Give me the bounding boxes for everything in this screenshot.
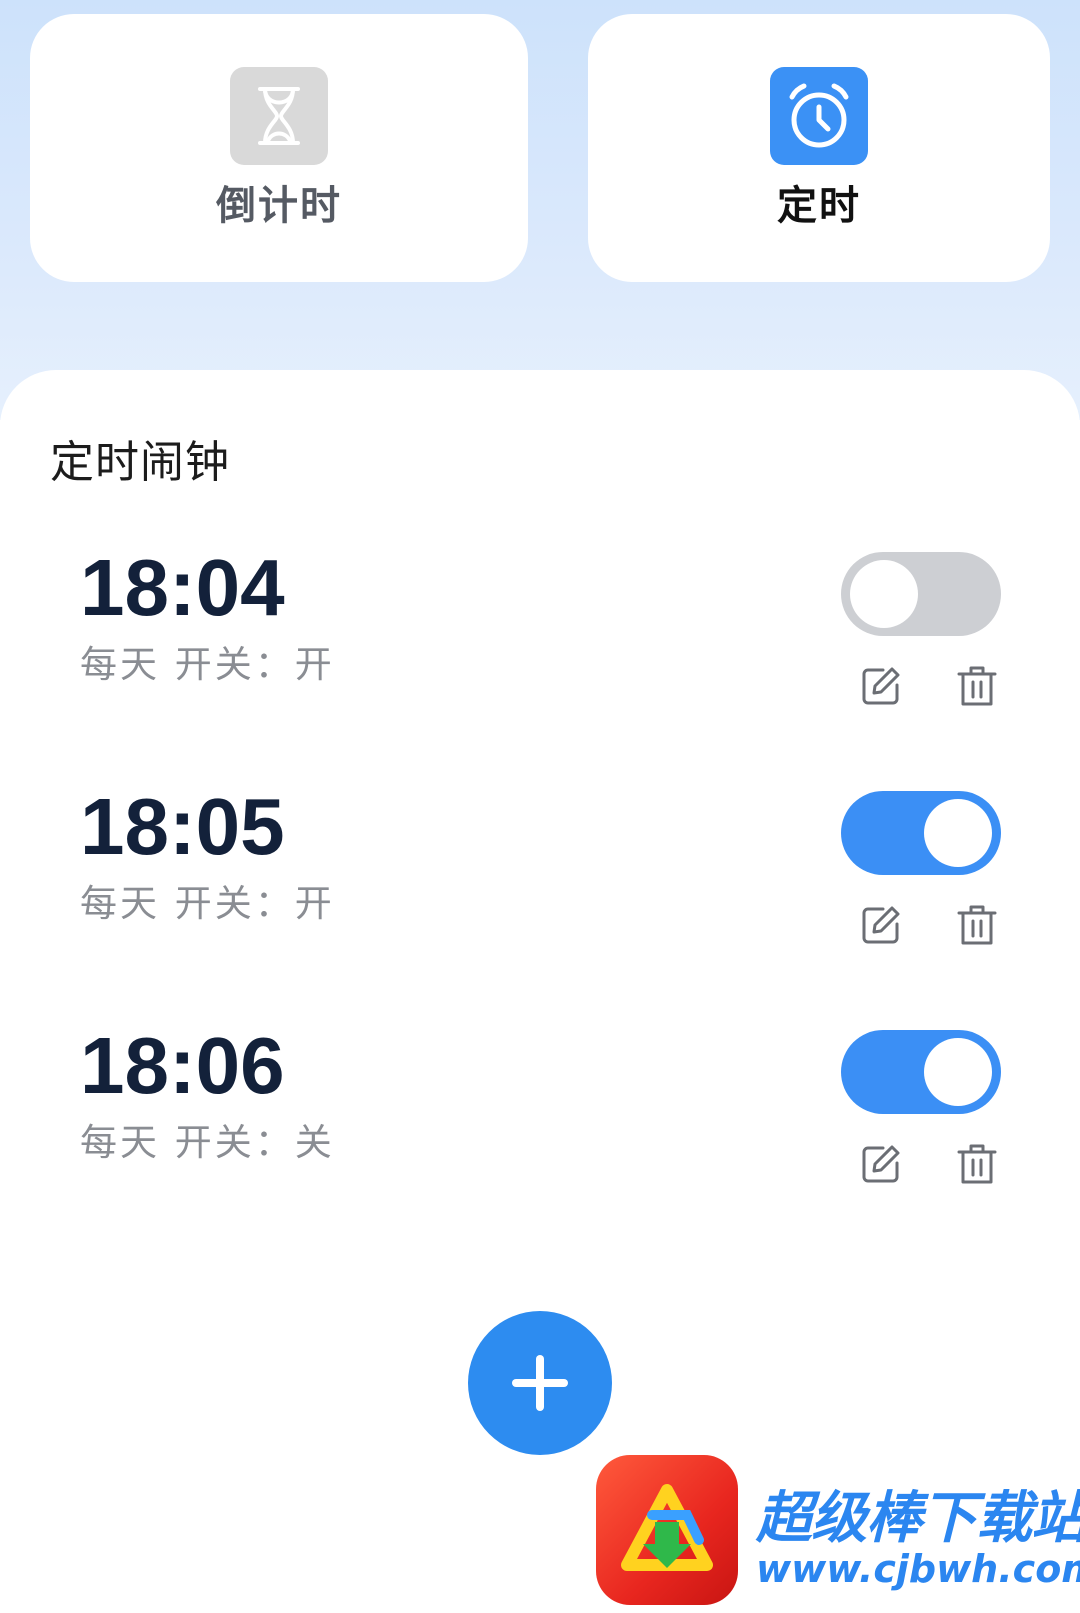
alarm-row: 18:06 每天 开关：关	[0, 1018, 1080, 1218]
watermark-title: 超级棒下载站	[756, 1486, 1080, 1551]
edit-button[interactable]	[853, 897, 909, 953]
add-alarm-button[interactable]	[468, 1311, 612, 1455]
edit-icon	[862, 667, 900, 705]
watermark-logo-icon	[596, 1455, 738, 1605]
edit-button[interactable]	[853, 1136, 909, 1192]
tab-timer-label: 定时	[777, 183, 861, 229]
tab-timer[interactable]: 定时	[588, 14, 1050, 282]
alarm-time: 18:06	[80, 1021, 285, 1110]
trash-icon	[957, 905, 997, 945]
tab-countdown[interactable]: 倒计时	[30, 14, 528, 282]
tab-countdown-label: 倒计时	[216, 183, 342, 229]
trash-icon	[957, 666, 997, 706]
alarm-clock-icon	[770, 67, 868, 165]
alarm-toggle[interactable]	[841, 552, 1001, 636]
alarm-time: 18:05	[80, 782, 285, 871]
alarm-description: 每天 开关：关	[80, 1121, 335, 1164]
edit-button[interactable]	[853, 658, 909, 714]
edit-icon	[862, 1145, 900, 1183]
toggle-knob	[924, 1038, 992, 1106]
alarm-toggle[interactable]	[841, 1030, 1001, 1114]
toggle-knob	[924, 799, 992, 867]
delete-button[interactable]	[949, 1136, 1005, 1192]
edit-icon	[862, 906, 900, 944]
toggle-knob	[850, 560, 918, 628]
alarm-toggle[interactable]	[841, 791, 1001, 875]
alarm-row: 18:04 每天 开关：开	[0, 540, 1080, 740]
trash-icon	[957, 1144, 997, 1184]
plus-icon	[512, 1355, 568, 1411]
watermark-url: www.cjbwh.com	[756, 1547, 1080, 1591]
delete-button[interactable]	[949, 897, 1005, 953]
section-title: 定时闹钟	[50, 437, 230, 488]
alarm-description: 每天 开关：开	[80, 882, 335, 925]
hourglass-icon	[230, 67, 328, 165]
delete-button[interactable]	[949, 658, 1005, 714]
alarm-description: 每天 开关：开	[80, 643, 335, 686]
alarm-time: 18:04	[80, 543, 285, 632]
watermark: 超级棒下载站 www.cjbwh.com	[596, 1455, 1080, 1613]
alarm-row: 18:05 每天 开关：开	[0, 779, 1080, 979]
